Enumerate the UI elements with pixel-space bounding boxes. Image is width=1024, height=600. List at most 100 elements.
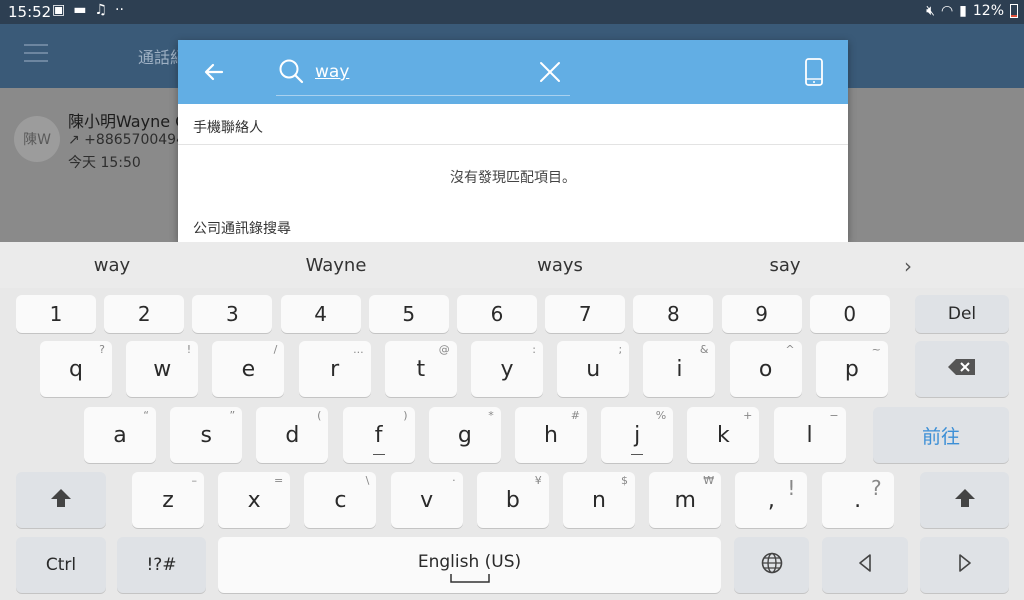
key-p[interactable]: ~ p <box>815 341 888 397</box>
home-row-marker <box>372 454 385 455</box>
key-hint: ? <box>99 343 105 356</box>
key-v[interactable]: · v <box>390 472 463 528</box>
key-8[interactable]: 8 <box>633 295 714 333</box>
back-arrow-icon[interactable] <box>200 58 228 86</box>
key-label: w <box>153 356 172 382</box>
close-icon[interactable] <box>538 60 562 84</box>
key-c[interactable]: \ c <box>304 472 377 528</box>
key-label: u <box>586 356 601 382</box>
key-0[interactable]: 0 <box>809 295 890 333</box>
key-hint: = <box>273 474 284 487</box>
key-label: q <box>69 356 83 382</box>
key-i[interactable]: & i <box>643 341 716 397</box>
key-hint: · <box>452 474 456 487</box>
cursor-right-key[interactable] <box>920 537 1009 593</box>
suggestion-2[interactable]: Wayne <box>276 255 396 276</box>
key-4[interactable]: 4 <box>280 295 361 333</box>
key-period[interactable]: ?. <box>821 472 894 528</box>
key-9[interactable]: 9 <box>721 295 802 333</box>
section-company-directory[interactable]: 公司通訊錄搜尋 <box>193 218 291 238</box>
key-q[interactable]: ? q <box>40 341 112 397</box>
contact-avatar[interactable]: 陳W <box>14 116 60 162</box>
key-label: v <box>420 487 434 513</box>
key-label: k <box>717 422 730 448</box>
del-key[interactable]: Del <box>915 295 1009 333</box>
key-label: p <box>844 356 859 382</box>
go-key[interactable]: 前往 <box>873 407 1009 463</box>
key-z[interactable]: – z <box>132 472 204 528</box>
space-bar-icon <box>449 574 490 583</box>
key-comma[interactable]: !, <box>735 472 808 528</box>
key-j[interactable]: % j <box>601 407 674 463</box>
key-hint: # <box>570 409 580 422</box>
key-2[interactable]: 2 <box>104 295 185 333</box>
key-h[interactable]: # h <box>515 407 587 463</box>
suggestion-bar: way Wayne ways say › <box>0 242 1024 288</box>
key-g[interactable]: * g <box>428 407 501 463</box>
status-right: 🔇︎ ◠ ▮ 12% <box>926 3 1018 19</box>
status-bar: 15:52 ▣ ▬ ♫ ·· 🔇︎ ◠ ▮ 12% <box>0 0 1024 24</box>
key-hint: * <box>488 409 494 422</box>
key-l[interactable]: − l <box>773 407 846 463</box>
key-label: y <box>500 356 514 382</box>
suggestion-1[interactable]: way <box>52 255 172 276</box>
chevron-right-icon[interactable]: › <box>904 254 912 278</box>
battery-percent: 12% <box>972 3 1004 19</box>
phone-icon[interactable] <box>804 58 824 86</box>
key-r[interactable]: ... r <box>298 341 371 397</box>
key-k[interactable]: + k <box>687 407 760 463</box>
screen-icon: ▬ <box>73 2 87 18</box>
key-hint: \ <box>365 474 370 487</box>
key-hint: – <box>191 474 198 487</box>
key-d[interactable]: (d <box>256 407 329 463</box>
key-s[interactable]: ” s <box>170 407 243 463</box>
key-n[interactable]: $ n <box>563 472 635 528</box>
suggestion-4[interactable]: say <box>725 255 845 276</box>
key-6[interactable]: 6 <box>457 295 537 333</box>
symbols-key[interactable]: !?# <box>117 537 206 593</box>
backspace-key[interactable] <box>915 341 1009 397</box>
home-row-marker <box>631 454 644 455</box>
key-hint: ^ <box>785 343 795 356</box>
key-y[interactable]: :y <box>471 341 543 397</box>
key-hint: & <box>699 343 709 356</box>
language-key[interactable] <box>734 537 809 593</box>
key-hint: − <box>829 409 839 422</box>
key-1[interactable]: 1 <box>16 295 96 333</box>
key-label: r <box>330 356 340 382</box>
suggestion-3[interactable]: ways <box>500 255 620 276</box>
space-key[interactable]: English (US) <box>218 537 721 593</box>
key-e[interactable]: / e <box>212 341 285 397</box>
key-f[interactable]: ) f <box>342 407 415 463</box>
globe-icon <box>761 552 783 579</box>
shift-key-left[interactable] <box>16 472 106 528</box>
key-5[interactable]: 5 <box>368 295 449 333</box>
key-label: h <box>544 422 558 448</box>
key-label: e <box>241 356 256 382</box>
menu-icon[interactable] <box>24 44 48 62</box>
key-a[interactable]: “a <box>84 407 156 463</box>
key-m[interactable]: ₩ m <box>649 472 722 528</box>
key-hint: “ <box>143 409 149 422</box>
key-x[interactable]: = x <box>218 472 291 528</box>
key-7[interactable]: 7 <box>545 295 626 333</box>
contact-name[interactable]: 陳小明Wayne C <box>68 108 186 132</box>
shift-key-right[interactable] <box>920 472 1009 528</box>
key-3[interactable]: 3 <box>192 295 273 333</box>
key-hint: ... <box>353 343 364 356</box>
ctrl-key[interactable]: Ctrl <box>16 537 106 593</box>
status-time: 15:52 <box>8 3 52 21</box>
key-label: f <box>374 422 383 448</box>
key-o[interactable]: ^ o <box>729 341 802 397</box>
search-input[interactable] <box>315 60 535 84</box>
key-hint: ) <box>403 409 408 422</box>
key-hint: $ <box>621 474 628 487</box>
key-label: o <box>758 356 773 382</box>
key-w[interactable]: ! w <box>126 341 199 397</box>
key-hint: @ <box>438 343 450 356</box>
cursor-left-key[interactable] <box>822 537 908 593</box>
key-b[interactable]: ¥ b <box>476 472 549 528</box>
key-u[interactable]: ; u <box>557 341 630 397</box>
caret-left-icon <box>858 553 872 577</box>
key-t[interactable]: @ t <box>384 341 457 397</box>
